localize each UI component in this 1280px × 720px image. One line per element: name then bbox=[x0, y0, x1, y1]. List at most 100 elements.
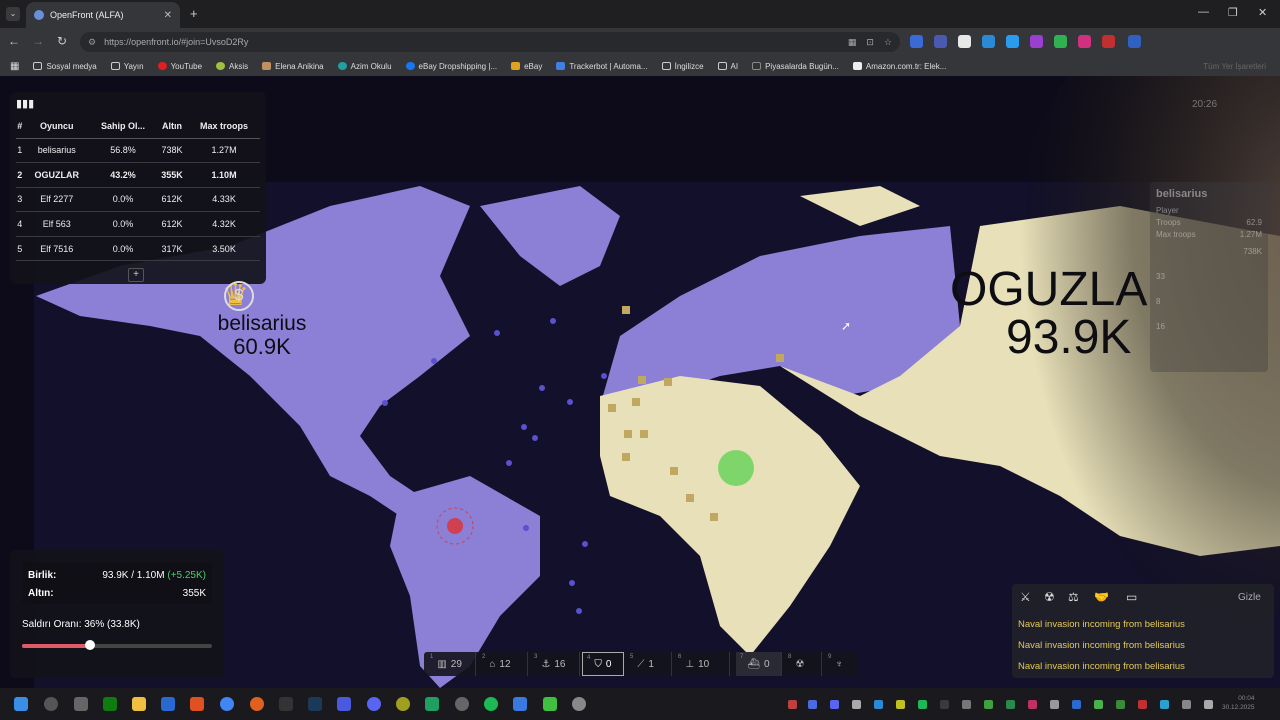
tray-icon[interactable] bbox=[1204, 700, 1213, 709]
minimize-button[interactable]: — bbox=[1198, 6, 1209, 18]
taskbar-app-icon[interactable] bbox=[250, 697, 264, 711]
bookmark-item[interactable]: YouTube bbox=[157, 62, 202, 71]
taskbar-clock[interactable]: 00:04 30.12.2025 bbox=[1222, 694, 1255, 712]
col-gold[interactable]: Altın bbox=[155, 114, 189, 139]
tray-icon[interactable] bbox=[962, 700, 971, 709]
table-row[interactable]: 5 Elf 7516 0.0% 317K 3.50K bbox=[16, 236, 260, 262]
build-mirv-button[interactable]: 9 ♆ bbox=[824, 652, 856, 676]
bookmark-item[interactable]: Aksis bbox=[216, 62, 248, 71]
extension-icon[interactable] bbox=[1006, 35, 1019, 48]
radiation-icon[interactable]: ☢ bbox=[1044, 590, 1055, 604]
build-missile-button[interactable]: 5 ⟋ 1 bbox=[626, 652, 672, 676]
extension-icon[interactable] bbox=[934, 35, 947, 48]
player-label-name[interactable]: OGUZLA bbox=[950, 266, 1150, 314]
bookmark-item[interactable]: Yayın bbox=[110, 62, 144, 71]
tray-icon[interactable] bbox=[852, 700, 861, 709]
reload-button[interactable]: ↻ bbox=[54, 34, 70, 48]
brave-icon[interactable] bbox=[190, 697, 204, 711]
site-info-icon[interactable]: ⚙ bbox=[88, 37, 96, 48]
taskbar-app-icon[interactable] bbox=[396, 697, 410, 711]
chrome-icon[interactable] bbox=[220, 697, 234, 711]
extension-icon[interactable] bbox=[982, 35, 995, 48]
new-tab-button[interactable]: + bbox=[190, 6, 198, 21]
tab-search-button[interactable]: ⌄ bbox=[6, 7, 20, 21]
extension-icon[interactable] bbox=[1128, 35, 1141, 48]
extension-icon[interactable] bbox=[1030, 35, 1043, 48]
table-row[interactable]: 3 Elf 2277 0.0% 612K 4.33K bbox=[16, 187, 260, 213]
player-label-name[interactable]: belisarius bbox=[196, 313, 328, 334]
build-sam-button[interactable]: 6 ⊥ 10 bbox=[674, 652, 730, 676]
back-button[interactable]: ← bbox=[6, 34, 22, 48]
spotify-icon[interactable] bbox=[484, 697, 498, 711]
table-row[interactable]: 1 belisarius 56.8% 738K 1.27M bbox=[16, 138, 260, 164]
discord-icon[interactable] bbox=[367, 697, 381, 711]
table-row[interactable]: 4 Elf 563 0.0% 612K 4.32K bbox=[16, 211, 260, 237]
address-bar[interactable]: ⚙ https://openfront.io/#join=UvsoD2Ry ▦ … bbox=[80, 32, 900, 52]
bookmark-item[interactable]: eBay bbox=[511, 62, 542, 71]
sword-icon[interactable]: ⚔ bbox=[1020, 590, 1031, 604]
bookmark-item[interactable]: Trackerbot | Automa... bbox=[556, 62, 648, 71]
forward-button[interactable]: → bbox=[30, 34, 46, 48]
build-factory-button[interactable]: 2 ⌂ 12 bbox=[478, 652, 528, 676]
epic-games-icon[interactable] bbox=[279, 697, 293, 711]
extension-icon[interactable] bbox=[910, 35, 923, 48]
taskbar-app-icon[interactable] bbox=[74, 697, 88, 711]
tray-icon[interactable] bbox=[1050, 700, 1059, 709]
table-row[interactable]: 2 OGUZLAR 43.2% 355K 1.10M bbox=[16, 162, 260, 188]
store-icon[interactable] bbox=[161, 697, 175, 711]
taskbar-app-icon[interactable] bbox=[513, 697, 527, 711]
tray-icon[interactable] bbox=[1006, 700, 1015, 709]
tray-icon[interactable] bbox=[830, 700, 839, 709]
apps-icon[interactable]: ▦ bbox=[10, 61, 19, 72]
build-defense-button[interactable]: 4 ⛉ 0 bbox=[582, 652, 624, 676]
tray-icon[interactable] bbox=[1094, 700, 1103, 709]
maximize-button[interactable]: ❐ bbox=[1228, 6, 1238, 19]
build-port-button[interactable]: 3 ⚓ 16 bbox=[530, 652, 580, 676]
close-tab-icon[interactable]: ✕ bbox=[164, 10, 172, 21]
taskbar-app-icon[interactable] bbox=[543, 697, 557, 711]
file-explorer-icon[interactable] bbox=[132, 697, 146, 711]
close-window-button[interactable]: ✕ bbox=[1258, 6, 1267, 19]
extension-icon[interactable] bbox=[1054, 35, 1067, 48]
bookmark-item[interactable]: Azim Okulu bbox=[337, 62, 392, 71]
tray-icon[interactable] bbox=[896, 700, 905, 709]
taskbar-app-icon[interactable] bbox=[572, 697, 586, 711]
chat-icon[interactable]: ▭ bbox=[1126, 590, 1137, 604]
obs-icon[interactable] bbox=[455, 697, 469, 711]
extension-icon[interactable] bbox=[1102, 35, 1115, 48]
tray-icon[interactable] bbox=[1160, 700, 1169, 709]
bookmark-item[interactable]: eBay Dropshipping |... bbox=[405, 62, 497, 71]
tray-icon[interactable] bbox=[984, 700, 993, 709]
build-nuke-button[interactable]: 8 ☢ bbox=[784, 652, 822, 676]
hide-events-button[interactable]: Gizle bbox=[1238, 592, 1261, 603]
bookmark-item[interactable]: AI bbox=[717, 62, 738, 71]
tray-icon[interactable] bbox=[788, 700, 797, 709]
col-troops[interactable]: Max troops bbox=[188, 114, 260, 139]
leaderboard-icon[interactable]: ▮▮▮ bbox=[16, 97, 34, 110]
trade-icon[interactable]: ⚖ bbox=[1068, 590, 1079, 604]
steam-icon[interactable] bbox=[308, 697, 322, 711]
install-icon[interactable]: ⊡ bbox=[866, 37, 874, 48]
build-city-button[interactable]: 1 ▥ 29 bbox=[426, 652, 476, 676]
tray-icon[interactable] bbox=[1028, 700, 1037, 709]
expand-leaderboard-button[interactable]: + bbox=[128, 268, 144, 282]
xbox-icon[interactable] bbox=[103, 697, 117, 711]
start-icon[interactable] bbox=[14, 697, 28, 711]
tray-icon[interactable] bbox=[1182, 700, 1191, 709]
tray-icon[interactable] bbox=[1116, 700, 1125, 709]
extension-icon[interactable] bbox=[1078, 35, 1091, 48]
taskbar-app-icon[interactable] bbox=[337, 697, 351, 711]
tray-icon[interactable] bbox=[1072, 700, 1081, 709]
tray-icon[interactable] bbox=[808, 700, 817, 709]
build-warship-button[interactable]: 7 ⛴ 0 bbox=[736, 652, 782, 676]
col-owned[interactable]: Sahip Ol... bbox=[90, 114, 156, 139]
bookmark-star-icon[interactable]: ☆ bbox=[884, 37, 892, 48]
all-bookmarks[interactable]: Tüm Yer İşaretleri bbox=[1203, 62, 1266, 71]
bookmark-item[interactable]: İngilizce bbox=[661, 62, 704, 71]
col-player[interactable]: Oyuncu bbox=[23, 114, 91, 139]
tray-icon[interactable] bbox=[918, 700, 927, 709]
bookmark-item[interactable]: Sosyal medya bbox=[33, 62, 97, 71]
bookmark-item[interactable]: Piyasalarda Bugün... bbox=[752, 62, 839, 71]
bookmark-item[interactable]: Elena Anikina bbox=[262, 62, 324, 71]
translate-icon[interactable]: ▦ bbox=[848, 37, 857, 48]
